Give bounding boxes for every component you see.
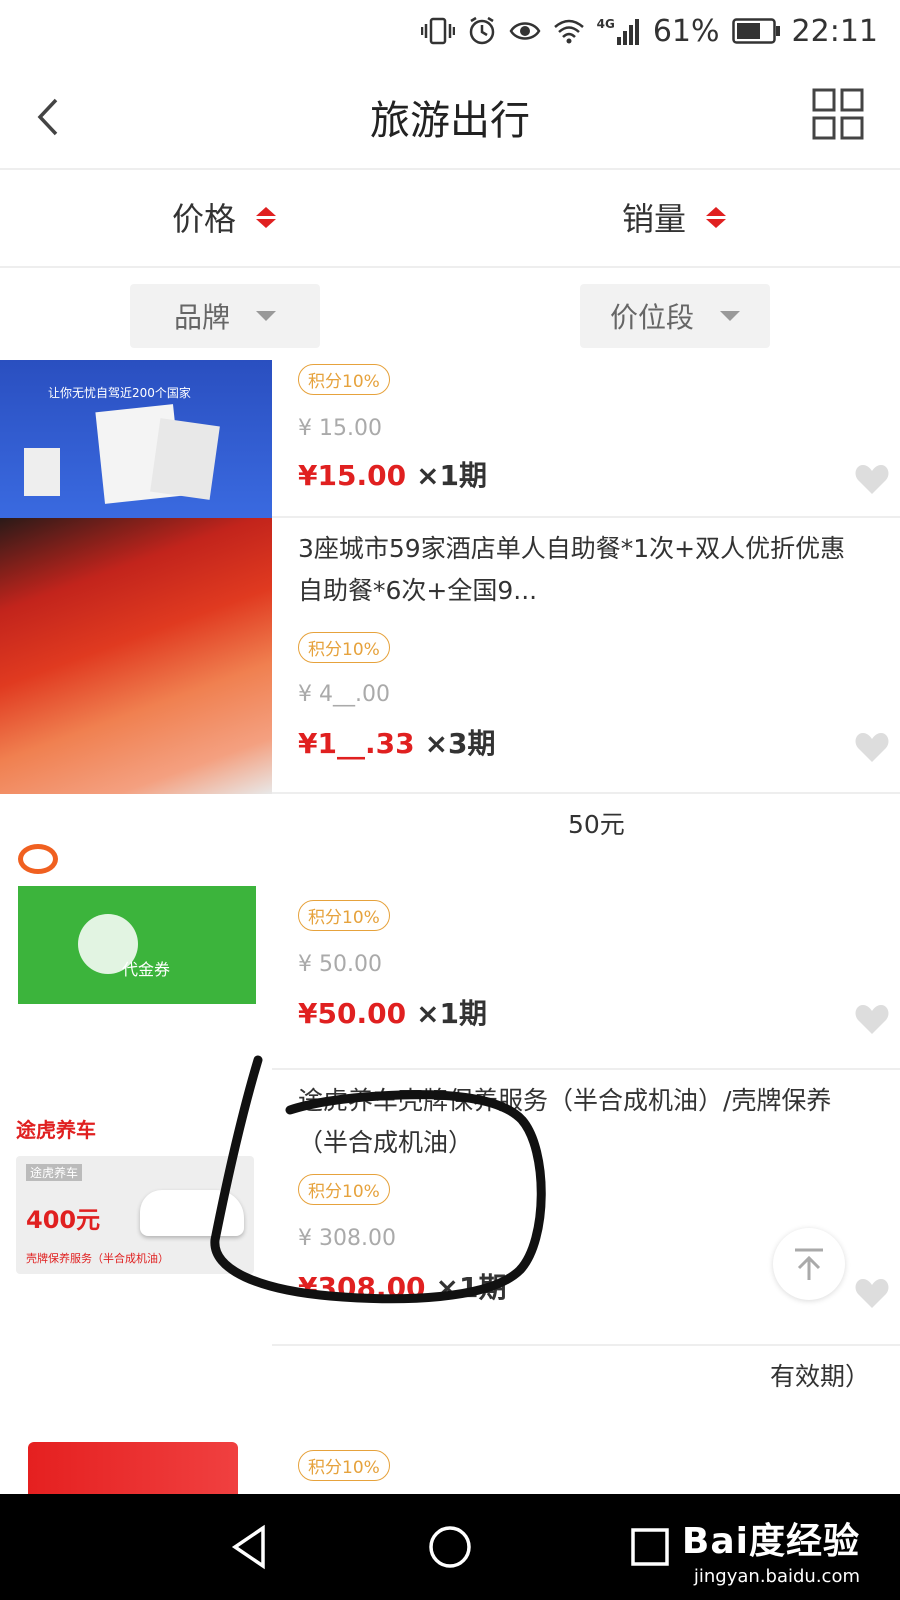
product-image (0, 1346, 272, 1494)
price-amount: ¥50.00 (298, 997, 407, 1030)
heart-icon (855, 1005, 889, 1034)
product-card[interactable]: 3座城市59家酒店单人自助餐*1次+双人优折优惠自助餐*6次+全国9... 积分… (0, 518, 900, 794)
product-info: 3座城市59家酒店单人自助餐*1次+双人优折优惠自助餐*6次+全国9... 积分… (298, 518, 870, 794)
alarm-icon (469, 16, 494, 45)
network-type: 4G (596, 17, 615, 31)
sort-arrows-icon (706, 206, 727, 228)
cellular-signal: 4G (597, 17, 641, 45)
product-title: 有效期） (298, 1356, 870, 1398)
installment-label: ×1期 (435, 1271, 507, 1304)
arrow-up-to-top-icon (795, 1248, 823, 1280)
current-price: ¥50.00 ×1期 (298, 992, 487, 1032)
eye-icon (509, 22, 541, 40)
product-title-text: 50元 (568, 810, 625, 839)
product-info: 积分10% ¥ 15.00 ¥15.00 ×1期 (298, 360, 870, 518)
vibrate-icon (420, 17, 455, 45)
system-navigation-bar: Bai度经验 jingyan.baidu.com (0, 1494, 900, 1600)
square-recents-icon (631, 1528, 669, 1566)
current-price: ¥308.00 ×1期 (298, 1266, 506, 1306)
favorite-button[interactable] (854, 462, 890, 496)
back-to-top-button[interactable] (773, 1228, 845, 1300)
product-title-text: 有效期） (769, 1362, 870, 1391)
product-title: 50元 (298, 804, 870, 846)
price-amount: ¥15.00 (298, 459, 407, 492)
original-price: ¥ 50.00 (298, 952, 382, 977)
installment-label: ×1期 (416, 459, 488, 492)
image-card-brand: 途虎养车 (26, 1164, 83, 1181)
original-price: ¥ 15.00 (298, 416, 382, 441)
filter-bar: 品牌 价位段 (0, 268, 900, 360)
product-card[interactable]: 代金券 50元 积分10% ¥ 50.00 ¥50.00 ×1期 (0, 794, 900, 1070)
watermark-url: jingyan.baidu.com (693, 1566, 860, 1587)
favorite-button[interactable] (854, 1002, 890, 1036)
image-brand-text: 途虎养车 (16, 1118, 96, 1142)
installment-label: ×3期 (424, 727, 496, 760)
product-list[interactable]: 让你无忧自驾近200个国家 积分10% ¥ 15.00 ¥15.00 ×1期 3… (0, 360, 900, 1494)
points-badge: 积分10% (298, 1174, 390, 1205)
current-price: ¥1__.33 ×3期 (298, 722, 496, 762)
favorite-button[interactable] (854, 730, 890, 764)
circle-home-icon (429, 1526, 471, 1568)
wifi-icon (553, 19, 584, 44)
nav-home-button[interactable] (425, 1522, 475, 1572)
sort-sales-label: 销量 (622, 200, 687, 238)
product-image: 途虎养车 途虎养车 400元 壳牌保养服务（半合成机油） (0, 1070, 272, 1346)
brand-filter-label: 品牌 (173, 301, 230, 334)
product-image: 代金券 (0, 794, 272, 1070)
triangle-back-icon (231, 1524, 265, 1570)
signal-icon (616, 19, 639, 45)
product-title: 3座城市59家酒店单人自助餐*1次+双人优折优惠自助餐*6次+全国9... (298, 534, 846, 605)
watermark: Bai度经验 jingyan.baidu.com (682, 1512, 860, 1587)
points-badge: 积分10% (298, 900, 390, 931)
product-image-caption: 让你无忧自驾近200个国家 (48, 386, 191, 400)
product-title: 途虎养车壳牌保养服务（半合成机油）/壳牌保养（半合成机油） (298, 1086, 832, 1157)
app-header: 旅游出行 (0, 62, 900, 170)
product-card[interactable]: 让你无忧自驾近200个国家 积分10% ¥ 15.00 ¥15.00 ×1期 (0, 360, 900, 518)
battery-icon (731, 18, 780, 44)
image-price-text: 400元 (26, 1206, 101, 1234)
sort-bar: 价格 销量 (0, 172, 900, 268)
original-price: ¥ 4__.00 (298, 682, 390, 707)
product-image (0, 518, 272, 794)
heart-icon (855, 733, 889, 762)
installment-label: ×1期 (416, 997, 488, 1030)
voucher-image-caption: 代金券 (122, 960, 171, 979)
original-price: ¥ 308.00 (298, 1226, 396, 1251)
brand-filter-dropdown[interactable]: 品牌 (130, 284, 320, 348)
points-badge: 积分10% (298, 364, 390, 395)
nav-back-button[interactable] (225, 1522, 275, 1572)
product-card[interactable]: 有效期） 积分10% (0, 1346, 900, 1494)
grid-view-button[interactable] (812, 88, 864, 140)
favorite-button[interactable] (854, 1276, 890, 1310)
price-amount: ¥1__.33 (298, 727, 415, 760)
sort-by-sales-button[interactable]: 销量 (622, 194, 727, 240)
caret-down-icon (720, 311, 740, 321)
status-bar: 4G 61% 22:11 (0, 0, 900, 62)
sort-by-price-button[interactable]: 价格 (172, 194, 277, 240)
page-title: 旅游出行 (370, 98, 530, 144)
sort-arrows-icon (256, 206, 277, 228)
heart-icon (855, 1279, 889, 1308)
status-icons: 4G 61% 22:11 (420, 10, 878, 52)
product-card[interactable]: 途虎养车 途虎养车 400元 壳牌保养服务（半合成机油） 途虎养车壳牌保养服务（… (0, 1070, 900, 1346)
points-badge: 积分10% (298, 1450, 390, 1481)
current-price: ¥15.00 ×1期 (298, 454, 487, 494)
watermark-logo: Bai度经验 (681, 1521, 860, 1562)
clock-time: 22:11 (791, 13, 878, 49)
price-amount: ¥308.00 (298, 1271, 426, 1304)
nav-recents-button[interactable] (625, 1522, 675, 1572)
product-image: 让你无忧自驾近200个国家 (0, 360, 272, 518)
sort-price-label: 价格 (172, 200, 237, 238)
heart-icon (855, 465, 889, 494)
product-info: 有效期） 积分10% (298, 1346, 870, 1494)
product-info: 50元 积分10% ¥ 50.00 ¥50.00 ×1期 (298, 794, 870, 1070)
product-info: 途虎养车壳牌保养服务（半合成机油）/壳牌保养（半合成机油） 积分10% ¥ 30… (298, 1070, 870, 1346)
image-caption-text: 壳牌保养服务（半合成机油） (26, 1252, 169, 1265)
points-badge: 积分10% (298, 632, 390, 663)
price-range-filter-label: 价位段 (609, 301, 694, 334)
caret-down-icon (256, 311, 276, 321)
price-range-filter-dropdown[interactable]: 价位段 (580, 284, 770, 348)
battery-percent: 61% (652, 13, 720, 49)
grid-icon (812, 88, 864, 140)
